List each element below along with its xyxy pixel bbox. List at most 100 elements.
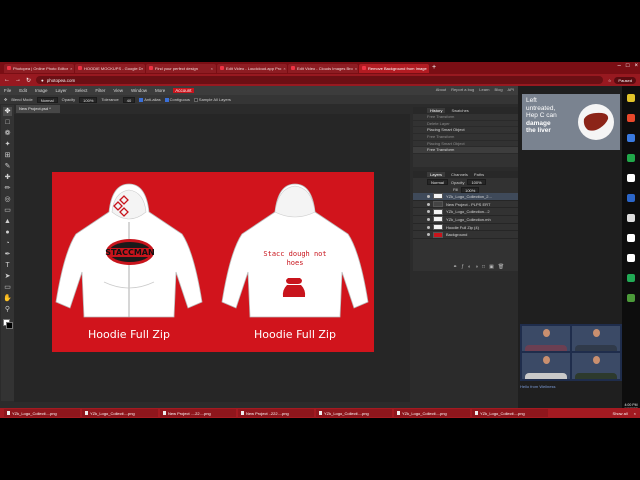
tab-layers[interactable]: Layers: [427, 172, 446, 177]
back-icon[interactable]: ←: [4, 77, 10, 83]
layer-row[interactable]: YZk_Logo_Collection...2: [413, 208, 518, 217]
menu-item[interactable]: Account: [173, 88, 194, 93]
menu-item[interactable]: View: [113, 88, 123, 93]
sample-all-checkbox[interactable]: Sample All Layers: [193, 97, 231, 102]
hand-tool-icon[interactable]: ✋: [3, 294, 12, 303]
new-layer-icon[interactable]: ▣: [489, 264, 494, 270]
minimize-icon[interactable]: –: [618, 63, 621, 69]
mode-select[interactable]: Normal: [36, 96, 58, 103]
tab-channels[interactable]: Channels: [451, 172, 468, 177]
zoom-tool-icon[interactable]: ⚲: [3, 305, 12, 314]
forward-icon[interactable]: →: [15, 77, 21, 83]
layer-fill-input[interactable]: 100%: [461, 186, 480, 193]
download-item[interactable]: New Project ..222....png: [238, 409, 314, 417]
opacity-input[interactable]: 100%: [79, 96, 98, 103]
eye-icon[interactable]: [427, 210, 430, 214]
menu-item[interactable]: More: [155, 88, 165, 93]
browser-tab[interactable]: Photopea | Online Photo Editor ×: [4, 63, 74, 73]
layer-blend-select[interactable]: Normal: [427, 179, 448, 185]
menu-link[interactable]: API: [508, 87, 514, 92]
menu-link[interactable]: Report a bug: [451, 87, 474, 92]
download-item[interactable]: YZk_Logo_Collecti....png: [394, 409, 470, 417]
menu-item[interactable]: Window: [131, 88, 147, 93]
document-tab[interactable]: New Project.psd *: [16, 105, 60, 113]
menu-item[interactable]: Edit: [19, 88, 27, 93]
os-app-icon[interactable]: [627, 294, 635, 302]
os-app-icon[interactable]: [627, 214, 635, 222]
tab-history[interactable]: History: [427, 108, 446, 113]
lasso-tool-icon[interactable]: ❁: [3, 129, 12, 138]
reload-icon[interactable]: ↻: [26, 77, 31, 84]
new-group-icon[interactable]: □: [482, 264, 485, 270]
download-item[interactable]: New Project ....22....png: [160, 409, 236, 417]
adjustment-layer-icon[interactable]: ◑: [475, 264, 478, 270]
history-item[interactable]: Free Transform: [413, 147, 518, 155]
close-icon[interactable]: ×: [283, 66, 285, 71]
tab-swatches[interactable]: Swatches: [451, 108, 468, 113]
layer-mask-icon[interactable]: ◐: [468, 264, 471, 270]
plus-icon[interactable]: +: [430, 64, 438, 72]
os-app-icon[interactable]: [627, 194, 635, 202]
healing-tool-icon[interactable]: ✚: [3, 173, 12, 182]
os-app-icon[interactable]: [627, 234, 635, 242]
history-item[interactable]: Free Transform: [413, 114, 518, 121]
pen-tool-icon[interactable]: ✒: [3, 250, 12, 259]
move-tool-icon[interactable]: ✥: [3, 107, 12, 116]
magic-wand-tool-icon[interactable]: ✦: [3, 140, 12, 149]
history-item[interactable]: Placing Smart Object: [413, 127, 518, 135]
layer-style-icon[interactable]: ƒ: [461, 264, 464, 270]
background-color-swatch[interactable]: [6, 322, 13, 329]
path-select-tool-icon[interactable]: ➤: [3, 272, 12, 281]
layer-row[interactable]: Background: [413, 231, 518, 240]
dodge-tool-icon[interactable]: ◔: [3, 239, 12, 248]
eye-icon[interactable]: [427, 217, 430, 221]
marquee-tool-icon[interactable]: □: [3, 118, 12, 127]
crop-tool-icon[interactable]: ⊞: [3, 151, 12, 160]
star-icon[interactable]: ☆: [608, 78, 612, 83]
download-item[interactable]: YZk_Logo_Collecti....png: [4, 409, 80, 417]
close-icon[interactable]: ×: [634, 411, 636, 416]
menu-link[interactable]: Blog: [495, 87, 503, 92]
video-caption[interactable]: Hello from Wellness: [520, 384, 556, 389]
history-item[interactable]: Placing Smart Object: [413, 141, 518, 148]
download-item[interactable]: YZk_Logo_Collecti....png: [316, 409, 392, 417]
eye-icon[interactable]: [427, 233, 430, 237]
close-icon[interactable]: ×: [211, 66, 213, 71]
menu-item[interactable]: Layer: [56, 88, 67, 93]
menu-item[interactable]: Filter: [95, 88, 105, 93]
type-tool-icon[interactable]: T: [3, 261, 12, 270]
close-icon[interactable]: ×: [355, 66, 357, 71]
show-all-button[interactable]: Show all: [613, 411, 628, 416]
os-app-icon[interactable]: [627, 114, 635, 122]
video-call-thumbnail[interactable]: [520, 324, 622, 381]
close-icon[interactable]: ×: [70, 66, 72, 71]
browser-tab[interactable]: HOODIE MOCKUPS - Google Dr×: [75, 63, 145, 73]
os-app-icon[interactable]: [627, 154, 635, 162]
layer-opacity-input[interactable]: 100%: [467, 179, 486, 185]
browser-tab[interactable]: Remove Background from Image×: [359, 63, 429, 73]
tab-paths[interactable]: Paths: [474, 172, 484, 177]
contiguous-checkbox[interactable]: Contiguous: [164, 97, 190, 102]
clone-tool-icon[interactable]: ◎: [3, 195, 12, 204]
menu-item[interactable]: Select: [75, 88, 88, 93]
eye-icon[interactable]: [427, 194, 430, 198]
os-app-icon[interactable]: [627, 254, 635, 262]
document-canvas[interactable]: STACCMAN Hoodie Full Zip Stacc dough not…: [52, 172, 374, 352]
antialias-checkbox[interactable]: Anti-alias: [139, 97, 161, 102]
profile-status[interactable]: Paused: [614, 76, 636, 84]
layer-row[interactable]: YZk_Logo_Collection_2...: [413, 193, 518, 201]
browser-tab[interactable]: Find your perfect design ×: [146, 63, 216, 73]
eyedropper-tool-icon[interactable]: ✎: [3, 162, 12, 171]
history-item[interactable]: Delete Layer: [413, 121, 518, 128]
maximize-icon[interactable]: □: [626, 63, 630, 69]
blur-tool-icon[interactable]: ●: [3, 228, 12, 237]
layer-row[interactable]: New Project - PLPS ERT: [413, 201, 518, 209]
download-item[interactable]: YZk_Logo_Collecti....png: [472, 409, 548, 417]
hoodie-front-mockup[interactable]: STACCMAN: [54, 182, 204, 322]
history-item[interactable]: Free Transform: [413, 134, 518, 141]
eraser-tool-icon[interactable]: ▭: [3, 206, 12, 215]
close-icon[interactable]: ×: [634, 63, 638, 69]
shape-tool-icon[interactable]: ▭: [3, 283, 12, 292]
os-app-icon[interactable]: [627, 174, 635, 182]
menu-link[interactable]: About: [436, 87, 446, 92]
